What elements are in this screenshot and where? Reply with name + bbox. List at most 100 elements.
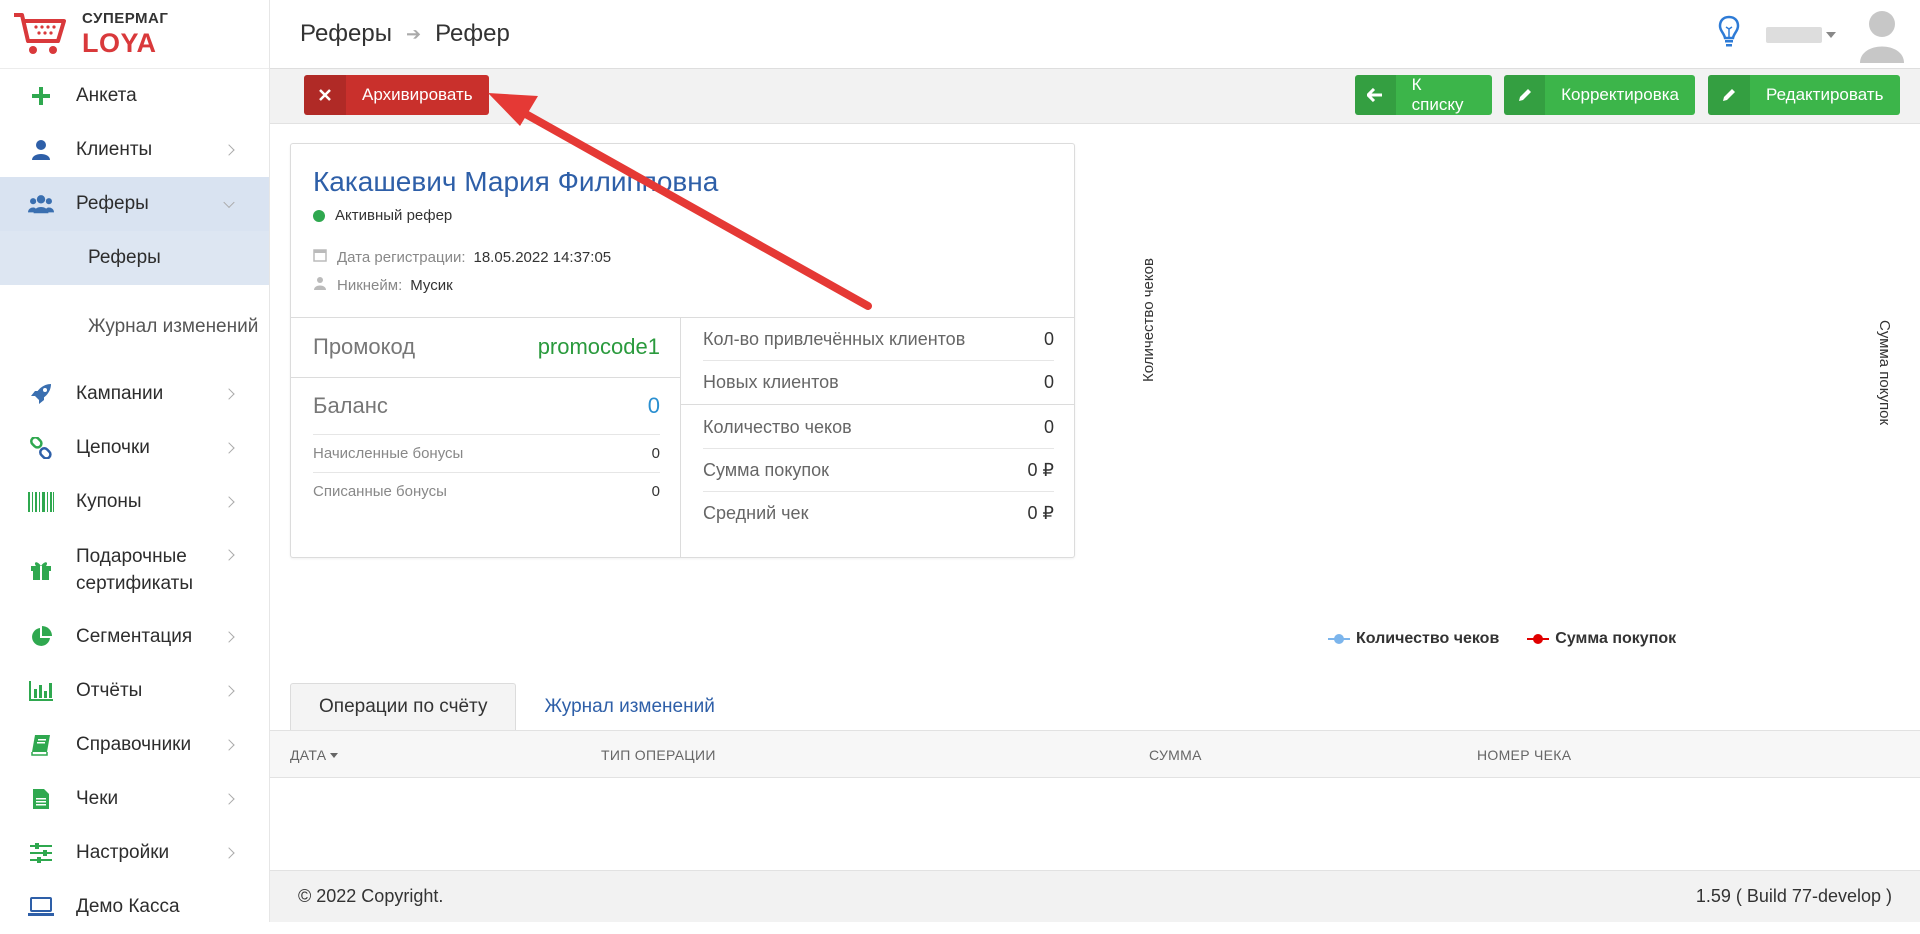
nickname-value: Мусик (410, 276, 453, 294)
nickname: Никнейм: Мусик (313, 276, 453, 294)
accrued-bonuses-row: Начисленные бонусы 0 (313, 434, 660, 472)
rocket-icon (28, 381, 54, 407)
legend-item-receipts[interactable]: Количество чеков (1328, 630, 1499, 648)
sidebar-item-coupons[interactable]: Купоны (0, 475, 269, 529)
logo[interactable]: СУПЕРМАГ LOYA (0, 0, 269, 69)
sidebar-subitem-changelog[interactable]: Журнал изменений (0, 285, 269, 367)
sidebar-item-label: Кампании (76, 383, 164, 404)
archive-button[interactable]: Архивировать (304, 75, 489, 115)
sidebar: СУПЕРМАГ LOYA Анкета Клиенты Реферы Рефе… (0, 0, 270, 922)
arrow-left-icon (1355, 75, 1396, 115)
sidebar-item-settings[interactable]: Настройки (0, 826, 269, 880)
tabs: Операции по счёту Журнал изменений (290, 683, 743, 730)
sidebar-item-chains[interactable]: Цепочки (0, 421, 269, 475)
sidebar-item-label: Отчёты (76, 680, 143, 701)
chevron-right-icon (223, 549, 235, 561)
avatar[interactable] (1858, 7, 1906, 63)
stat-receipts-count: Количество чеков 0 (703, 406, 1054, 449)
gift-icon (28, 557, 54, 583)
stat-label: Новых клиентов (703, 372, 839, 392)
registration-date: Дата регистрации: 18.05.2022 14:37:05 (313, 248, 611, 266)
column-date[interactable]: ДАТА (290, 731, 339, 779)
table-header: ДАТА ТИП ОПЕРАЦИИ СУММА НОМЕР ЧЕКА (270, 730, 1920, 778)
spent-value: 0 (651, 483, 660, 500)
chevron-right-icon (223, 442, 235, 454)
sidebar-item-label: Справочники (76, 734, 192, 755)
tab-account-operations[interactable]: Операции по счёту (290, 683, 517, 730)
referer-card: Какашевич Мария Филипповна Активный рефе… (290, 143, 1075, 558)
breadcrumb-referers[interactable]: Реферы (300, 20, 392, 48)
legend-label: Сумма покупок (1555, 630, 1677, 647)
chevron-right-icon (223, 793, 235, 805)
tab-changelog[interactable]: Журнал изменений (516, 683, 742, 730)
stat-average-receipt: Средний чек 0 ₽ (703, 492, 1054, 535)
version: 1.59 ( Build 77-develop ) (1695, 886, 1892, 906)
sidebar-item-references[interactable]: Справочники (0, 718, 269, 772)
action-bar: Архивировать К списку Корректировка Реда… (270, 69, 1920, 124)
stat-value: 0 (1043, 416, 1054, 437)
pie-icon (28, 624, 54, 650)
spent-bonuses-row: Списанные бонусы 0 (313, 472, 660, 510)
cart-logo-icon (14, 13, 66, 54)
chevron-down-icon (223, 196, 235, 209)
sidebar-item-clients[interactable]: Клиенты (0, 123, 269, 177)
sidebar-item-label: Сегментация (76, 626, 193, 647)
sidebar-item-label: Настройки (76, 842, 170, 863)
promocode-value: promocode1 (537, 334, 660, 359)
archive-button-label: Архивировать (362, 85, 473, 104)
sidebar-subitem-referers[interactable]: Реферы (0, 231, 269, 285)
edit-button-label: Редактировать (1766, 85, 1884, 104)
lightbulb-icon[interactable] (1718, 15, 1740, 54)
sort-down-icon (330, 752, 339, 758)
breadcrumb-current: Рефер (435, 20, 510, 47)
arrow-right-icon: ➔ (406, 23, 422, 44)
pencil-icon (1708, 75, 1750, 115)
chart-y2-axis-label: Сумма покупок (1876, 320, 1893, 426)
legend-item-sum[interactable]: Сумма покупок (1527, 630, 1676, 648)
chevron-right-icon (223, 847, 235, 859)
column-operation-type[interactable]: ТИП ОПЕРАЦИИ (601, 731, 716, 779)
sidebar-item-reports[interactable]: Отчёты (0, 664, 269, 718)
chart-legend: Количество чеков Сумма покупок (1328, 630, 1704, 648)
sidebar-item-label: Подарочные сертификаты (76, 545, 194, 594)
sidebar-item-segmentation[interactable]: Сегментация (0, 610, 269, 664)
sidebar-item-anketa[interactable]: Анкета (0, 69, 269, 123)
legend-label: Количество чеков (1356, 630, 1500, 647)
stat-label: Кол-во привлечённых клиентов (703, 328, 966, 349)
column-receipt-number[interactable]: НОМЕР ЧЕКА (1477, 731, 1571, 779)
accrued-label: Начисленные бонусы (313, 445, 464, 462)
stat-value: 0 (1043, 372, 1054, 392)
balance-label: Баланс (313, 393, 388, 418)
stat-value: 0 ₽ (1027, 459, 1054, 480)
sidebar-item-label: Реферы (76, 193, 149, 214)
to-list-button-label: К списку (1411, 75, 1464, 114)
sidebar-item-receipts[interactable]: Чеки (0, 772, 269, 826)
sidebar-item-campaigns[interactable]: Кампании (0, 367, 269, 421)
chevron-right-icon (223, 739, 235, 751)
balance-value[interactable]: 0 (648, 393, 660, 419)
correction-button-label: Корректировка (1561, 85, 1679, 104)
sidebar-item-demo-pos[interactable]: Демо Касса (0, 880, 269, 934)
user-small-icon (313, 276, 327, 294)
legend-marker-icon (1527, 633, 1550, 645)
calendar-icon (313, 248, 327, 266)
column-date-label: ДАТА (290, 747, 327, 763)
pencil-icon (1504, 75, 1546, 115)
username[interactable] (1766, 26, 1822, 43)
edit-button[interactable]: Редактировать (1708, 75, 1900, 115)
column-sum[interactable]: СУММА (1149, 731, 1202, 779)
user-icon (28, 137, 54, 163)
chart-y-axis-label: Количество чеков (1140, 258, 1157, 382)
sidebar-item-label: Клиенты (76, 139, 153, 160)
referer-name: Какашевич Мария Филипповна (313, 166, 719, 197)
sidebar-item-referers[interactable]: Реферы (0, 177, 269, 231)
brand-line2: LOYA (82, 28, 157, 58)
stats-column: Кол-во привлечённых клиентов 0 Новых кли… (681, 317, 1074, 557)
sidebar-item-gift-certificates[interactable]: Подарочные сертификаты (0, 529, 269, 610)
bar-chart-icon (28, 678, 54, 704)
registration-value: 18.05.2022 14:37:05 (473, 248, 612, 266)
correction-button[interactable]: Корректировка (1504, 75, 1695, 115)
to-list-button[interactable]: К списку (1355, 75, 1492, 115)
stat-purchase-sum: Сумма покупок 0 ₽ (703, 449, 1054, 492)
caret-down-icon[interactable] (1826, 31, 1836, 38)
